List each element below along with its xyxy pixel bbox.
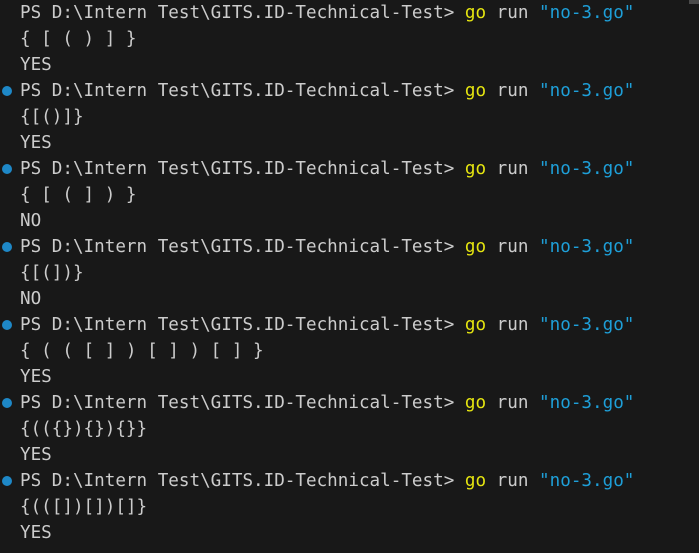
command-name: go	[464, 3, 487, 23]
command-arg: run	[496, 393, 529, 413]
output-line-input: {(({}){}){}}	[20, 419, 148, 439]
terminal-panel[interactable]: PS D:\Intern Test\GITS.ID-Technical-Test…	[0, 0, 699, 553]
output-line-result: NO	[20, 289, 42, 309]
command-string-arg: "no-3.go"	[539, 237, 635, 257]
output-line-input: { ( ( [ ] ) [ ] ) [ ] }	[20, 341, 264, 361]
output-line-result: YES	[20, 133, 52, 153]
prompt-line: PS D:\Intern Test\GITS.ID-Technical-Test…	[2, 312, 699, 338]
command-decoration-icon[interactable]	[2, 86, 12, 96]
command-decoration-icon[interactable]	[2, 164, 12, 174]
output-line-input: { [ ( ) ] }	[20, 29, 137, 49]
command-name: go	[464, 471, 487, 491]
command-string-arg: "no-3.go"	[539, 471, 635, 491]
command-decoration-icon[interactable]	[2, 476, 12, 486]
output-line-result: YES	[20, 55, 52, 75]
output-line-result: YES	[20, 367, 52, 387]
command-arg: run	[496, 3, 529, 23]
prompt-line: PS D:\Intern Test\GITS.ID-Technical-Test…	[2, 390, 699, 416]
output-line-input: { [ ( ] ) }	[20, 185, 137, 205]
command-name: go	[464, 237, 487, 257]
command-arg: run	[496, 81, 529, 101]
output-line-result: YES	[20, 523, 52, 543]
command-name: go	[464, 81, 487, 101]
prompt-line: PS D:\Intern Test\GITS.ID-Technical-Test…	[20, 0, 699, 26]
prompt-text: PS D:\Intern Test\GITS.ID-Technical-Test…	[20, 81, 455, 101]
prompt-line: PS D:\Intern Test\GITS.ID-Technical-Test…	[2, 468, 699, 494]
prompt-text: PS D:\Intern Test\GITS.ID-Technical-Test…	[20, 393, 455, 413]
output-line-result: YES	[20, 445, 52, 465]
command-string-arg: "no-3.go"	[539, 81, 635, 101]
command-name: go	[464, 315, 487, 335]
command-string-arg: "no-3.go"	[539, 159, 635, 179]
output-line-input: {[(])}	[20, 263, 84, 283]
command-decoration-icon[interactable]	[2, 398, 12, 408]
output-line-result: NO	[20, 211, 42, 231]
command-string-arg: "no-3.go"	[539, 3, 635, 23]
prompt-text: PS D:\Intern Test\GITS.ID-Technical-Test…	[20, 3, 455, 23]
prompt-line: PS D:\Intern Test\GITS.ID-Technical-Test…	[2, 78, 699, 104]
command-name: go	[464, 159, 487, 179]
command-string-arg: "no-3.go"	[539, 393, 635, 413]
command-arg: run	[496, 471, 529, 491]
prompt-text: PS D:\Intern Test\GITS.ID-Technical-Test…	[20, 159, 455, 179]
command-name: go	[464, 393, 487, 413]
prompt-text: PS D:\Intern Test\GITS.ID-Technical-Test…	[20, 471, 455, 491]
prompt-line: PS D:\Intern Test\GITS.ID-Technical-Test…	[2, 234, 699, 260]
command-arg: run	[496, 159, 529, 179]
command-arg: run	[496, 315, 529, 335]
output-line-input: {(([])[])[]}	[20, 497, 148, 517]
prompt-text: PS D:\Intern Test\GITS.ID-Technical-Test…	[20, 237, 455, 257]
command-decoration-icon[interactable]	[2, 242, 12, 252]
prompt-line: PS D:\Intern Test\GITS.ID-Technical-Test…	[2, 156, 699, 182]
command-string-arg: "no-3.go"	[539, 315, 635, 335]
command-arg: run	[496, 237, 529, 257]
command-decoration-icon[interactable]	[2, 320, 12, 330]
prompt-text: PS D:\Intern Test\GITS.ID-Technical-Test…	[20, 315, 455, 335]
output-line-input: {[()]}	[20, 107, 84, 127]
terminal-output: PS D:\Intern Test\GITS.ID-Technical-Test…	[2, 0, 699, 546]
